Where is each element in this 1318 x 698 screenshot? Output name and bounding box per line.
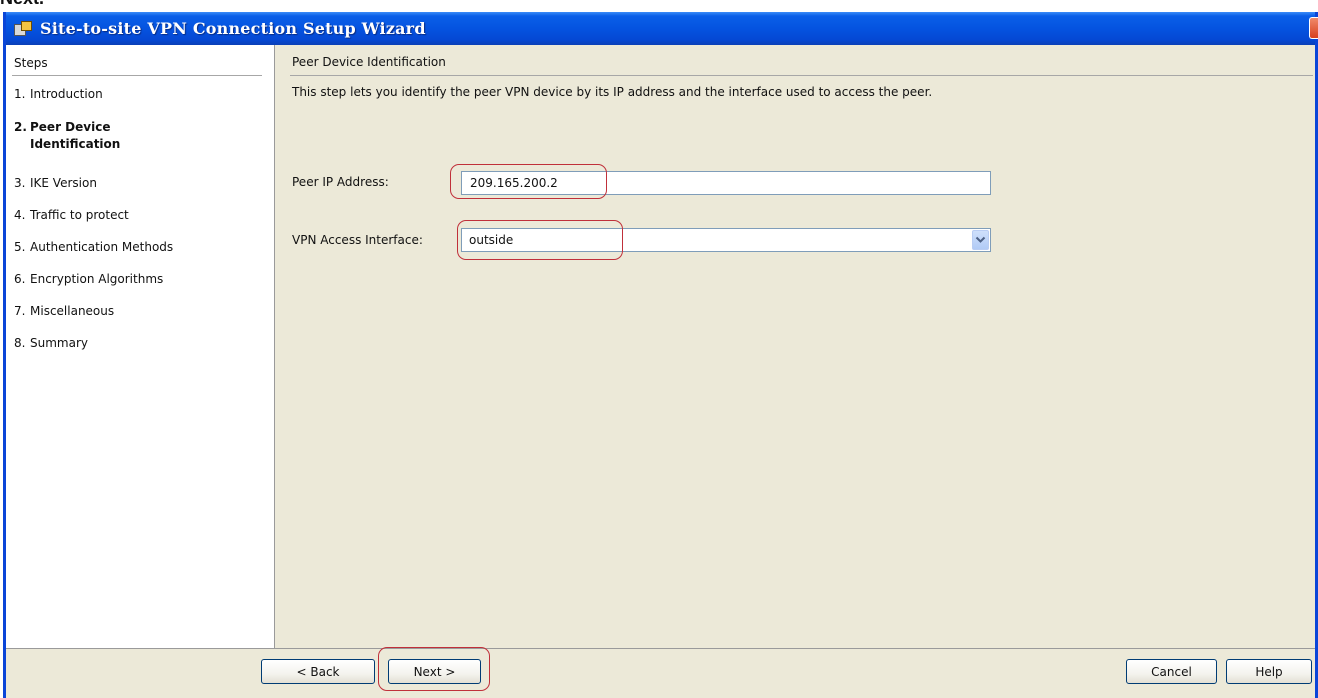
step-encryption-algorithms: 6. Encryption Algorithms: [14, 272, 163, 286]
wizard-app-icon: [14, 20, 34, 38]
vpn-interface-value: outside: [469, 233, 514, 247]
step-authentication-methods: 5. Authentication Methods: [14, 240, 173, 254]
section-divider: [290, 75, 1313, 76]
help-button[interactable]: Help: [1226, 659, 1312, 684]
step-peer-device-identification: 2. Peer Device Identification: [14, 119, 120, 153]
window-title: Site-to-site VPN Connection Setup Wizard: [40, 19, 426, 38]
above-text: Next.: [0, 0, 44, 10]
step-label-line1: Peer Device: [30, 120, 111, 134]
step-description: This step lets you identify the peer VPN…: [292, 85, 933, 99]
peer-ip-input[interactable]: [461, 171, 991, 195]
step-label-line2: Identification: [30, 137, 121, 151]
step-number: 2.: [14, 120, 27, 134]
close-button[interactable]: [1309, 17, 1318, 39]
step-label: Traffic to protect: [30, 208, 129, 222]
step-label: Miscellaneous: [30, 304, 115, 318]
step-number: 3.: [14, 176, 26, 190]
step-introduction: 1. Introduction: [14, 87, 103, 101]
step-label: Authentication Methods: [30, 240, 174, 254]
next-button[interactable]: Next >: [388, 659, 481, 684]
back-button[interactable]: < Back: [261, 659, 375, 684]
step-number: 4.: [14, 208, 26, 222]
main-panel: Peer Device Identification This step let…: [276, 45, 1315, 648]
step-ike-version: 3. IKE Version: [14, 176, 97, 190]
steps-header: Steps: [14, 56, 48, 70]
step-label: Encryption Algorithms: [30, 272, 164, 286]
step-summary: 8. Summary: [14, 336, 88, 350]
steps-divider: [12, 75, 262, 76]
title-bar: Site-to-site VPN Connection Setup Wizard: [6, 12, 1318, 45]
wizard-window: Site-to-site VPN Connection Setup Wizard…: [3, 12, 1318, 698]
steps-panel: Steps 1. Introduction 2. Peer Device Ident…: [6, 45, 275, 648]
step-number: 6.: [14, 272, 26, 286]
button-bar: < Back Next > Cancel Help: [6, 647, 1315, 698]
step-label: Summary: [30, 336, 88, 350]
section-title: Peer Device Identification: [292, 55, 446, 69]
step-number: 5.: [14, 240, 26, 254]
step-number: 8.: [14, 336, 26, 350]
step-label: Introduction: [30, 87, 103, 101]
step-miscellaneous: 7. Miscellaneous: [14, 304, 114, 318]
chevron-down-icon[interactable]: [972, 230, 989, 250]
peer-ip-label: Peer IP Address:: [292, 175, 389, 189]
step-number: 1.: [14, 87, 26, 101]
cancel-button[interactable]: Cancel: [1126, 659, 1217, 684]
vpn-interface-select[interactable]: outside: [461, 228, 991, 252]
vpn-interface-label: VPN Access Interface:: [292, 233, 423, 247]
step-traffic-to-protect: 4. Traffic to protect: [14, 208, 129, 222]
step-number: 7.: [14, 304, 26, 318]
step-label: IKE Version: [30, 176, 97, 190]
